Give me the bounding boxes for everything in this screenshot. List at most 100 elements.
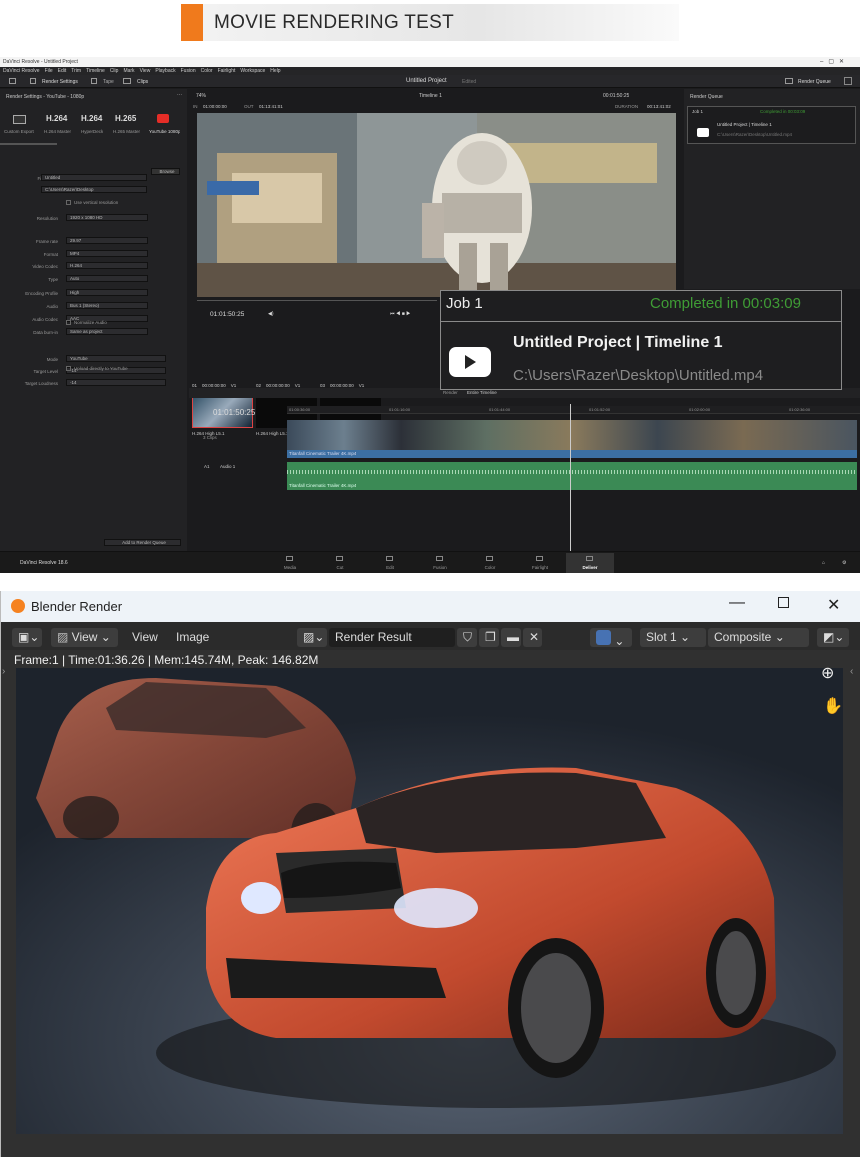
menu-item[interactable]: Help [270,67,280,75]
more-options-icon[interactable]: ··· [177,92,182,98]
render-pass-select[interactable]: Composite ⌄ [708,628,809,647]
normalize-checkbox[interactable] [66,320,71,325]
folder-icon[interactable]: ▬ [501,628,521,647]
transport-controls[interactable]: ⏮ ◀ ■ ▶ [390,311,411,317]
setting-field[interactable]: Untitled [41,174,147,181]
image-name-field[interactable]: Render Result [329,628,455,647]
clips-icon[interactable] [123,78,131,84]
ruler-tick: 01:02:00:00 [689,407,711,412]
window-controls[interactable]: – ▢ ✕ [820,58,844,65]
page-tab-edit[interactable]: Edit [366,553,414,573]
clips-button[interactable]: Clips [137,79,148,85]
view-menu[interactable]: View [132,630,158,644]
duplicate-icon[interactable]: ❐ [479,628,499,647]
menu-item[interactable]: Mark [123,67,134,75]
pan-hand-icon[interactable]: ✋ [823,696,843,716]
render-settings-button[interactable]: Render Settings [42,79,78,85]
menu-item[interactable]: Trim [71,67,81,75]
render-queue-button[interactable]: Render Queue [798,79,831,85]
banner-accent-bar [181,4,203,41]
page-tab-label: Media [283,565,297,570]
job-popup[interactable]: Job 1 Completed in 00:03:09 Untitled Pro… [440,290,842,390]
duration-label: DURATION [615,104,639,109]
editor-type-button[interactable]: ▣⌄ [12,628,42,647]
preset-hyperdeck[interactable]: H.264 [81,114,102,123]
playhead[interactable] [570,404,571,551]
scrubber[interactable] [197,300,437,301]
page-tab-color[interactable]: Color [466,553,514,573]
setting-field[interactable]: YouTube [66,355,166,362]
tape-button[interactable]: Tape [103,79,114,85]
setting-field[interactable]: Auto [66,275,148,282]
minimize-button[interactable]: — [729,594,745,612]
preset-h264-master[interactable]: H.264 [46,114,67,123]
menu-item[interactable]: Fusion [181,67,196,75]
video-track-count: 3 Clips [203,435,217,440]
settings-gear-icon[interactable]: ⚙ [842,560,846,566]
add-to-render-queue-button[interactable]: Add to Render Queue [104,539,181,546]
menu-item[interactable]: Workspace [240,67,265,75]
tape-icon[interactable] [91,78,97,84]
menu-item[interactable]: Timeline [86,67,105,75]
page-tab-fairlight[interactable]: Fairlight [516,553,564,573]
display-channels-button[interactable]: ◩⌄ [817,628,849,647]
fake-user-shield-icon[interactable]: ⛉ [457,628,477,647]
browse-button[interactable]: Browse [151,168,180,175]
scrollbar[interactable] [0,143,57,145]
menu-item[interactable]: Clip [110,67,119,75]
page-tab-media[interactable]: Media [266,553,314,573]
image-menu[interactable]: Image [176,630,209,644]
volume-icon[interactable]: ◀) [268,311,274,317]
render-queue-icon[interactable] [785,78,793,84]
menu-item[interactable]: Color [201,67,213,75]
zoom-level[interactable]: 74% [196,93,206,99]
page-tab-fusion[interactable]: Fusion [416,553,464,573]
setting-field[interactable]: 29.97 [66,237,148,244]
overlay-button[interactable]: ⌄ [590,628,632,648]
menu-item[interactable]: View [140,67,151,75]
sidebar-toggle-icon[interactable]: ‹ [850,666,853,677]
view-mode-button[interactable]: ▨ View ⌄ [51,628,118,647]
render-settings-icon[interactable] [30,78,36,84]
preset-h265-master[interactable]: H.265 [115,114,136,123]
setting-field[interactable]: C:\Users\Razer\Desktop [41,186,147,193]
video-clip[interactable]: Titanfall Cinematic Trailer 4K.mp4 [287,450,857,458]
custom-export-icon[interactable] [13,115,26,124]
setting-field[interactable]: Same as project [66,328,148,335]
menu-item[interactable]: File [45,67,53,75]
timeline-selector[interactable]: Timeline 1 [419,93,442,99]
setting-field[interactable]: -14 [66,379,166,386]
toolbar-toggle-icon[interactable]: › [2,666,5,677]
audio-clip[interactable]: Titanfall Cinematic Trailer 4K.mp4 [287,462,857,489]
vertical-res-checkbox[interactable] [66,200,71,205]
slot-select[interactable]: Slot 1 ⌄ [640,628,706,647]
menu-item[interactable]: Edit [58,67,67,75]
render-range-select[interactable]: Entire Timeline [467,390,497,395]
image-browse-button[interactable]: ▨⌄ [297,628,327,647]
zoom-icon[interactable]: ⊕ [821,663,834,683]
expand-icon[interactable] [844,77,852,85]
setting-field[interactable]: 1920 x 1080 HD [66,214,148,221]
upload-youtube-checkbox[interactable] [66,366,71,371]
page-tab-deliver[interactable]: Deliver [566,553,614,573]
setting-field[interactable]: H.264 [66,262,148,269]
video-clip-thumbnails[interactable] [287,420,857,450]
render-job-card[interactable]: Job 1 Completed in 00:03:09 Untitled Pro… [687,106,856,144]
menu-item[interactable]: DaVinci Resolve [3,67,40,75]
home-icon[interactable]: ⌂ [822,560,825,566]
job-path-small: C:\Users\Razer\Desktop\Untitled.mp4 [717,132,793,137]
youtube-icon[interactable] [157,114,169,123]
duration-timecode: 00:13:41:02 [647,104,671,109]
timeline-ruler[interactable]: 01:00:36:00 01:01:16:00 01:01:44:00 01:01:5… [287,406,860,414]
menu-item[interactable]: Playback [155,67,175,75]
panel-icon[interactable] [9,78,16,84]
page-bar: DaVinci Resolve 18.6 Media Cut Edit Fusion C… [0,551,860,573]
setting-field[interactable]: Bus 1 (Stereo) [66,302,148,309]
menu-item[interactable]: Fairlight [218,67,236,75]
unlink-close-icon[interactable]: ✕ [523,628,542,647]
maximize-button[interactable] [778,597,789,608]
close-button[interactable]: ✕ [827,595,840,615]
setting-field[interactable]: High [66,289,148,296]
page-tab-cut[interactable]: Cut [316,553,364,573]
setting-field[interactable]: MP4 [66,250,148,257]
